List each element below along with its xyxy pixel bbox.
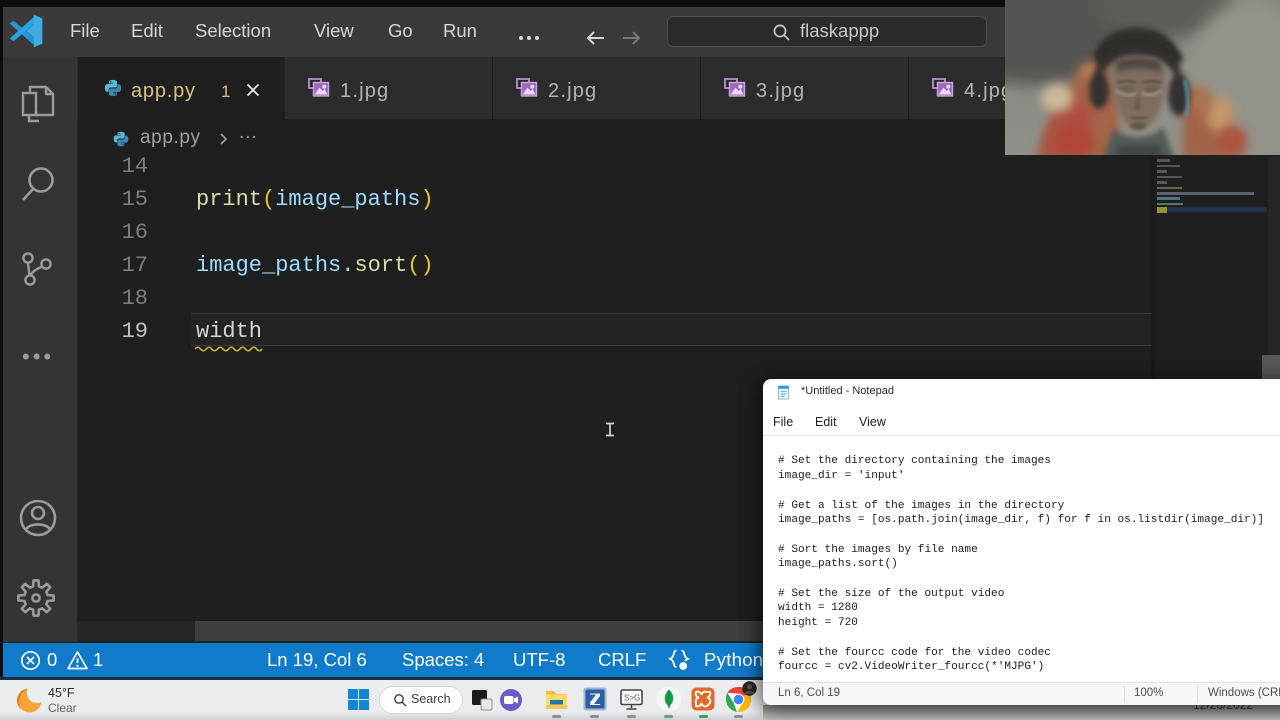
svg-text:S>G: S>G [624,694,640,703]
